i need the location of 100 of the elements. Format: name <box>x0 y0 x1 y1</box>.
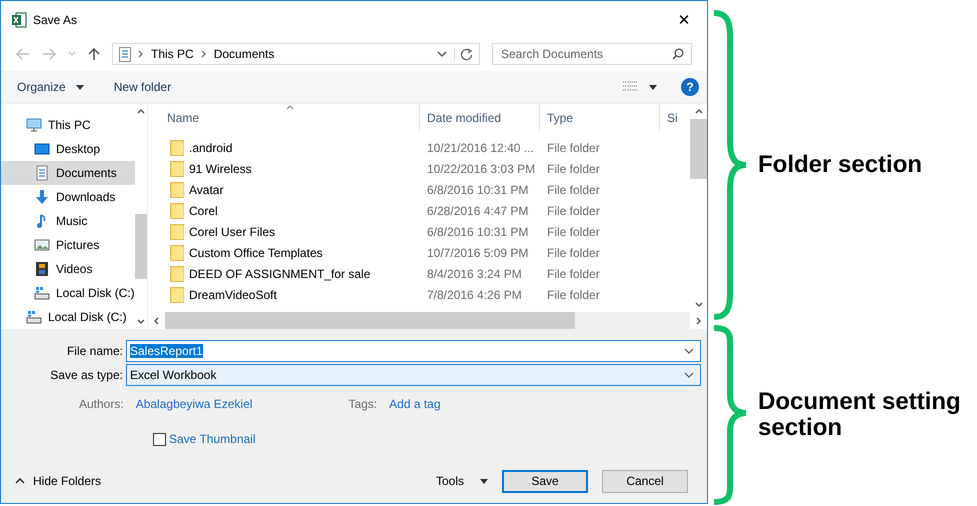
scroll-right-icon[interactable] <box>696 316 701 324</box>
file-type-dropdown[interactable]: Excel Workbook <box>126 364 701 386</box>
refresh-icon[interactable] <box>454 48 473 60</box>
breadcrumb-item[interactable]: This PC <box>151 47 194 61</box>
file-row[interactable]: DEED OF ASSIGNMENT_for sale 8/4/2016 3:24 PM File folder <box>148 263 690 284</box>
sort-up-icon <box>286 105 294 110</box>
spreadsheet-app-icon <box>11 12 27 28</box>
navigation-item[interactable]: Music <box>1 209 135 233</box>
authors-link[interactable]: Abalagbeyiwa Ezekiel <box>136 397 252 411</box>
chevron-right-icon <box>138 50 144 58</box>
navigation-label: Local Disk (C:) <box>48 310 127 324</box>
document-icon <box>34 165 50 181</box>
file-type-value: Excel Workbook <box>130 368 218 382</box>
file-type: File folder <box>546 266 601 280</box>
date-modified: 10/22/2016 3:03 PM <box>426 162 536 176</box>
column-header[interactable]: Si <box>660 104 690 132</box>
folder-icon <box>170 202 184 218</box>
file-row[interactable]: Avatar 6/8/2016 10:31 PM File folder <box>148 179 690 200</box>
caret-icon[interactable] <box>649 84 657 90</box>
navigation-label: Pictures <box>56 238 100 252</box>
file-row[interactable]: .android 10/21/2016 12:40 ... File folder <box>148 137 690 158</box>
annotation-label: Folder section <box>758 152 924 178</box>
close-button[interactable]: ✕ <box>669 5 699 35</box>
column-header[interactable]: Date modified <box>420 104 540 132</box>
folder-icon <box>170 244 184 260</box>
chevron-down-icon[interactable] <box>437 50 447 58</box>
file-name: DreamVideoSoft <box>189 288 277 302</box>
column-label: Name <box>167 111 200 125</box>
column-header[interactable]: Type <box>540 104 660 132</box>
cancel-button[interactable]: Cancel <box>602 470 688 492</box>
file-row[interactable]: 91 Wireless 10/22/2016 3:03 PM File folder <box>148 158 690 179</box>
annotation-label: Document setting section <box>758 389 962 441</box>
date-modified: 7/8/2016 4:26 PM <box>426 288 523 302</box>
tags-label: Tags: <box>348 397 378 411</box>
file-name: .android <box>189 140 232 154</box>
folder-icon <box>170 160 184 176</box>
authors-label: Authors: <box>79 397 124 411</box>
file-name-field[interactable]: SalesReport1 <box>126 340 701 362</box>
file-type: File folder <box>546 224 601 238</box>
file-row[interactable]: Custom Office Templates 10/7/2016 5:09 PM File folder <box>148 242 690 263</box>
column-label: Si <box>667 111 678 125</box>
computer-icon <box>26 117 42 133</box>
file-type: File folder <box>546 182 601 196</box>
navigation-item[interactable]: Documents <box>1 161 135 185</box>
navigation-item[interactable]: Downloads <box>1 185 135 209</box>
scroll-up-icon[interactable] <box>136 109 145 114</box>
navigation-item[interactable]: This PC <box>1 113 135 137</box>
folder-icon <box>170 182 184 198</box>
file-row[interactable]: DreamVideoSoft 7/8/2016 4:26 PM File folder <box>148 284 690 305</box>
chevron-up-icon <box>15 478 25 484</box>
search-field[interactable]: Search Documents <box>492 43 692 65</box>
file-name: 91 Wireless <box>189 162 252 176</box>
add-tag-link[interactable]: Add a tag <box>389 397 441 411</box>
breadcrumb-item[interactable]: Documents <box>214 47 274 61</box>
navigation-item[interactable]: Videos <box>1 257 135 281</box>
scroll-down-icon[interactable] <box>136 319 145 324</box>
navigation-item[interactable]: Local Disk (C:) <box>1 281 135 305</box>
navigation-label: Desktop <box>56 142 100 156</box>
hide-folders-button[interactable]: Hide Folders <box>1 473 108 489</box>
file-name: DEED OF ASSIGNMENT_for sale <box>189 266 370 280</box>
file-row[interactable]: Corel User Files 6/8/2016 10:31 PM File folder <box>148 221 690 242</box>
column-header[interactable]: Name <box>160 104 420 132</box>
navigation-item[interactable]: Local Disk (C:) <box>1 305 135 329</box>
file-name: Corel <box>189 204 218 218</box>
tools-button[interactable]: Tools <box>430 473 470 489</box>
scroll-up-icon[interactable] <box>694 109 702 114</box>
save-as-type-label: Save as type: <box>49 368 123 382</box>
checkbox[interactable] <box>153 432 166 446</box>
date-modified: 8/4/2016 3:24 PM <box>426 266 523 280</box>
scrollbar-thumb[interactable] <box>134 214 147 279</box>
file-row[interactable]: Corel 6/28/2016 4:47 PM File folder <box>148 200 690 221</box>
chevron-down-icon[interactable] <box>684 348 694 354</box>
scroll-down-icon[interactable] <box>694 302 702 307</box>
file-type: File folder <box>546 204 601 218</box>
image-icon <box>34 237 50 253</box>
column-label: Date modified <box>427 111 502 125</box>
scrollbar-thumb[interactable] <box>690 119 707 179</box>
view-options-icon[interactable] <box>623 81 639 93</box>
new-folder-button[interactable]: New folder <box>110 78 176 96</box>
organize-button[interactable]: Organize <box>13 78 70 96</box>
scrollbar-thumb[interactable] <box>165 312 575 329</box>
address-bar[interactable]: This PC Documents <box>112 43 480 65</box>
checkbox-label[interactable]: Save Thumbnail <box>169 432 256 446</box>
folder-icon <box>170 224 184 240</box>
navigation-item[interactable]: Pictures <box>1 233 135 257</box>
chevron-down-icon[interactable] <box>684 372 694 378</box>
scroll-left-icon[interactable] <box>154 316 159 324</box>
up-arrow-icon[interactable] <box>88 47 100 61</box>
folder-icon <box>170 286 184 302</box>
caret-icon <box>76 84 84 90</box>
file-type: File folder <box>546 288 601 302</box>
chevron-right-icon <box>200 50 207 58</box>
help-button[interactable]: ? <box>681 78 699 96</box>
navigation-item[interactable]: Desktop <box>1 137 135 161</box>
file-name-label: File name: <box>66 344 123 358</box>
date-modified: 10/21/2016 12:40 ... <box>426 140 535 154</box>
folder-icon <box>170 140 184 156</box>
file-name-value: SalesReport1 <box>130 344 203 358</box>
drive-icon <box>34 285 50 301</box>
save-button[interactable]: Save <box>502 470 588 492</box>
